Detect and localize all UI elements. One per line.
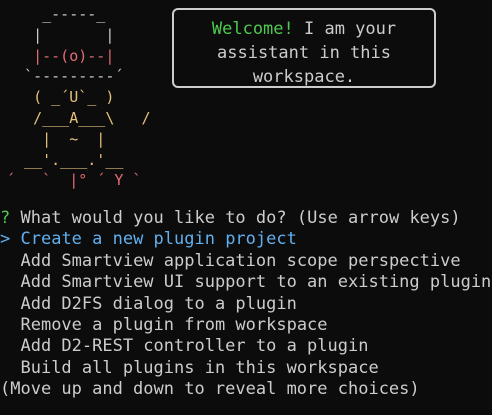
choice-add-smartview-scope[interactable]: Add Smartview application scope perspect… bbox=[0, 251, 492, 272]
choice-add-d2fs-dialog[interactable]: Add D2FS dialog to a plugin bbox=[0, 294, 492, 315]
mascot-line-3: |--(o)--| bbox=[6, 46, 115, 65]
choice-create-plugin-project[interactable]: > Create a new plugin project bbox=[0, 229, 492, 250]
prompt-question-line: ? What would you like to do? (Use arrow … bbox=[0, 208, 492, 229]
choice-label: Remove a plugin from workspace bbox=[20, 314, 328, 335]
choice-label: Build all plugins in this workspace bbox=[20, 357, 379, 378]
yeoman-mascot: _-----_ | | |--(o)--| `---------´ ( _´U`… bbox=[6, 4, 151, 191]
question-mark-icon: ? bbox=[0, 208, 11, 228]
prompt-menu: ? What would you like to do? (Use arrow … bbox=[0, 208, 492, 401]
choice-label: Add Smartview application scope perspect… bbox=[20, 250, 461, 271]
mascot-line-4: `---------´ bbox=[6, 67, 124, 86]
bubble-line-1: Welcome! I am your bbox=[174, 17, 434, 41]
choice-build-all-plugins[interactable]: Build all plugins in this workspace bbox=[0, 358, 492, 379]
prompt-hint: (Use arrow keys) bbox=[296, 208, 461, 228]
mascot-line-5: ( _´U`_ ) bbox=[6, 88, 115, 107]
prompt-question: What would you like to do? bbox=[20, 208, 287, 228]
choice-remove-plugin[interactable]: Remove a plugin from workspace bbox=[0, 315, 492, 336]
mascot-line-9: ´ ` |° ´ Y ` bbox=[6, 171, 142, 190]
choice-label: Create a new plugin project bbox=[20, 229, 297, 250]
choice-add-d2rest-controller[interactable]: Add D2-REST controller to a plugin bbox=[0, 336, 492, 357]
bubble-line-1-rest: I am your bbox=[293, 19, 397, 39]
mascot-line-2: | | bbox=[6, 25, 115, 44]
choice-label: Add D2FS dialog to a plugin bbox=[20, 293, 297, 314]
mascot-line-8: __'.___.'__ bbox=[6, 150, 124, 169]
mascot-line-1: _-----_ bbox=[6, 5, 106, 23]
welcome-text: Welcome! bbox=[211, 19, 294, 39]
mascot-line-6: /___A___\ / bbox=[6, 108, 151, 127]
speech-bubble: Welcome! I am your assistant in this wor… bbox=[172, 8, 436, 88]
mascot-line-7: | ~ | bbox=[6, 129, 106, 148]
bubble-line-2: assistant in this bbox=[217, 43, 391, 63]
pointer-icon: > bbox=[0, 229, 11, 250]
choice-label: Add D2-REST controller to a plugin bbox=[20, 336, 369, 357]
choice-add-smartview-ui-support[interactable]: Add Smartview UI support to an existing … bbox=[0, 272, 492, 293]
bubble-line-3: workspace. bbox=[252, 67, 356, 87]
choice-label: Add Smartview UI support to an existing … bbox=[20, 272, 492, 293]
more-choices-hint: (Move up and down to reveal more choices… bbox=[0, 379, 420, 400]
